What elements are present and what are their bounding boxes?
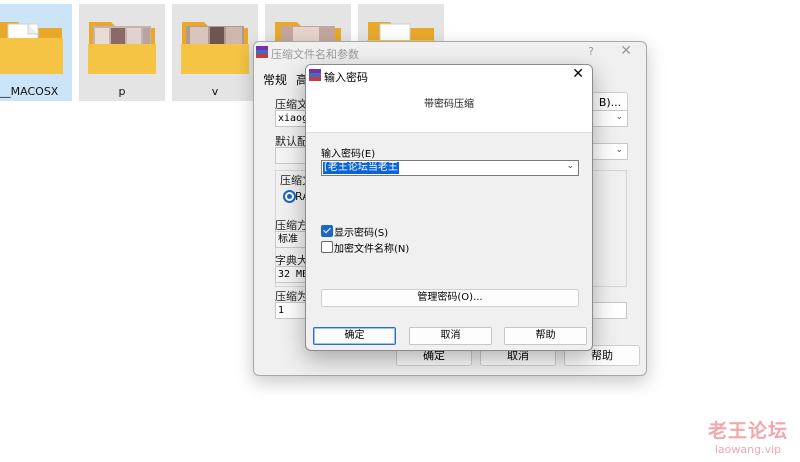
manage-passwords-button[interactable]: 管理密码(O)... (321, 289, 579, 307)
password-input[interactable]: [老王论坛当老王 ⌄ (321, 160, 579, 176)
folder-icon (181, 22, 249, 74)
folder-label: v (211, 85, 219, 98)
chevron-down-icon: ⌄ (615, 112, 623, 122)
update-mode-dropdown[interactable]: ⌄ (592, 110, 628, 127)
watermark: 老王论坛 laowang.vip (708, 416, 788, 456)
folder-icon (0, 22, 63, 74)
dialog-title: 输入密码 (324, 71, 368, 84)
help-icon[interactable]: ? (588, 45, 594, 58)
close-icon[interactable]: ✕ (620, 43, 632, 59)
cancel-button[interactable]: 取消 (409, 327, 492, 345)
help-button[interactable]: 帮助 (504, 327, 587, 345)
close-icon[interactable]: ✕ (572, 66, 584, 82)
password-value: [老王论坛当老王 (323, 162, 399, 174)
folder-tile-p[interactable]: p (79, 4, 165, 101)
password-dialog: 输入密码 ✕ 带密码压缩 输入密码(E) [老王论坛当老王 ⌄ 显示密码(S) … (305, 64, 593, 351)
encrypt-filenames-checkbox[interactable] (321, 241, 333, 253)
chevron-down-icon: ⌄ (615, 145, 623, 155)
folder-label: __MACOSX (0, 85, 59, 98)
password-dialog-titlebar: 输入密码 ✕ (306, 65, 592, 87)
ok-button[interactable]: 确定 (313, 327, 396, 345)
profile-dropdown[interactable]: ⌄ (592, 143, 628, 160)
watermark-url: laowang.vip (714, 443, 782, 456)
chevron-down-icon[interactable]: ⌄ (566, 161, 574, 171)
winrar-icon (309, 69, 321, 81)
encrypt-filenames-label: 加密文件名称(N) (334, 244, 410, 255)
folder-icon (88, 22, 156, 74)
show-password-checkbox[interactable] (321, 225, 333, 237)
folder-tile-v[interactable]: v (172, 4, 258, 101)
watermark-text: 老王论坛 (707, 420, 788, 442)
password-label: 输入密码(E) (321, 149, 376, 160)
folder-label: p (118, 85, 126, 98)
password-dialog-header: 带密码压缩 (306, 87, 592, 133)
dialog-title: 压缩文件名和参数 (271, 48, 359, 61)
dialog-heading: 带密码压缩 (424, 99, 474, 110)
show-password-label: 显示密码(S) (334, 228, 389, 239)
folder-tile-macosx[interactable]: __MACOSX (0, 4, 72, 101)
tab-general[interactable]: 常规 (263, 71, 287, 88)
split-unit-field[interactable] (592, 302, 627, 319)
winrar-icon (256, 46, 268, 58)
